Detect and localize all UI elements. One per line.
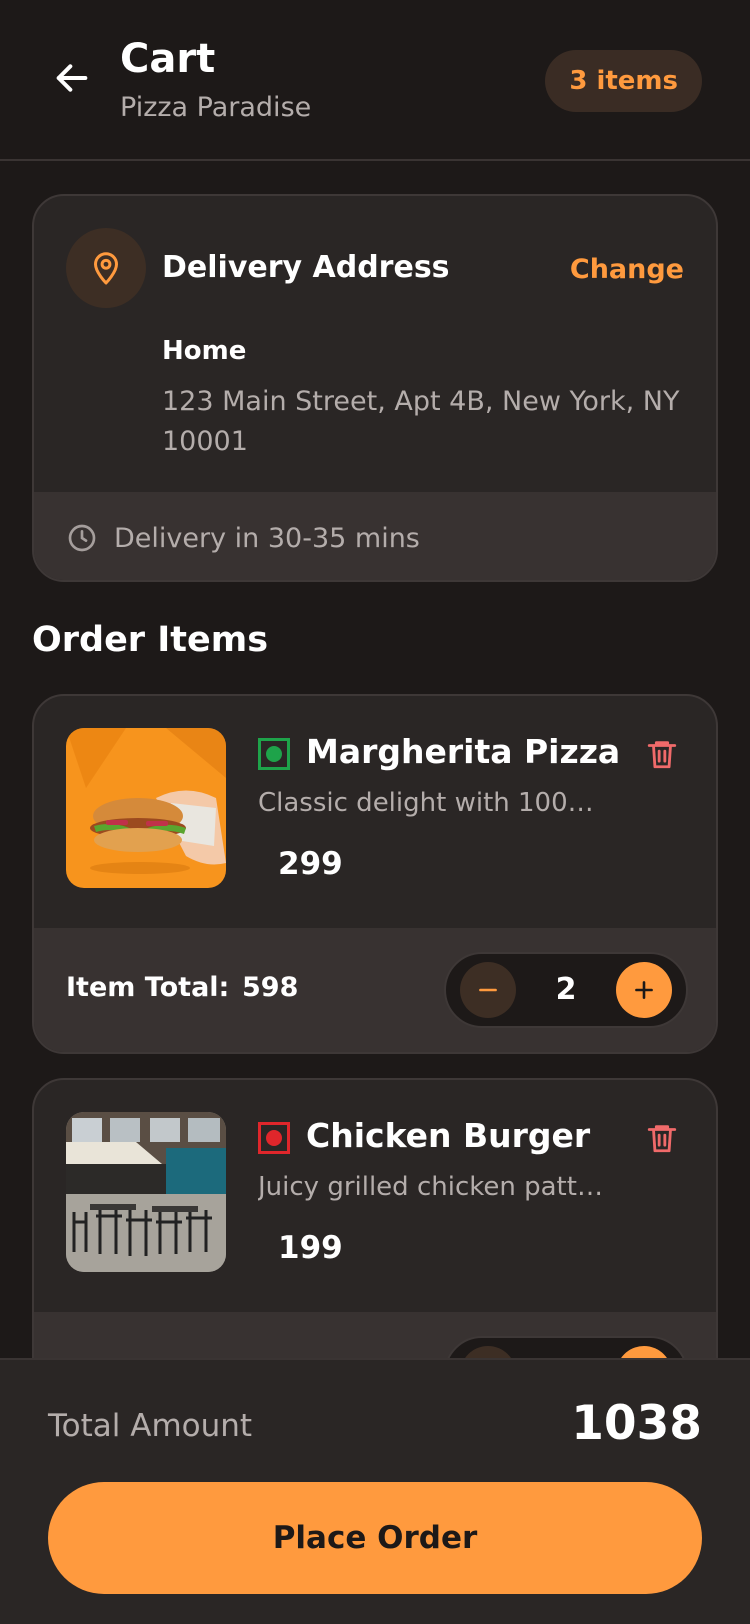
delete-item-button[interactable] bbox=[642, 734, 682, 774]
back-button[interactable] bbox=[48, 54, 96, 102]
item-description: Classic delight with 100% real mozzarell… bbox=[258, 788, 618, 818]
non-veg-indicator-icon bbox=[258, 1122, 290, 1154]
quantity-stepper: 2 bbox=[444, 952, 688, 1028]
restaurant-name: Pizza Paradise bbox=[120, 92, 312, 123]
header: Cart Pizza Paradise 3 items bbox=[0, 0, 750, 161]
change-address-button[interactable]: Change bbox=[570, 254, 684, 285]
delivery-address-card: Delivery Address Change Home 123 Main St… bbox=[32, 194, 718, 582]
item-name: Margherita Pizza bbox=[306, 732, 621, 771]
delivery-time-text: Delivery in 30-35 mins bbox=[114, 522, 420, 554]
item-description: Juicy grilled chicken patty with fresh l… bbox=[258, 1172, 618, 1202]
total-amount-label: Total Amount bbox=[48, 1408, 253, 1444]
increase-quantity-button[interactable] bbox=[616, 962, 672, 1018]
cart-screen: Cart Pizza Paradise 3 items Delivery Add… bbox=[0, 0, 750, 1624]
item-price: 299 bbox=[278, 846, 343, 882]
item-name: Chicken Burger bbox=[306, 1116, 591, 1155]
item-total-value: 598 bbox=[242, 972, 299, 1003]
cart-item: Margherita Pizza Classic delight with 10… bbox=[32, 694, 718, 1054]
clock-icon bbox=[68, 524, 96, 552]
burger-in-hand-photo bbox=[66, 728, 226, 888]
item-total-label: Item Total: bbox=[66, 972, 230, 1003]
delete-item-button[interactable] bbox=[642, 1118, 682, 1158]
trash-icon bbox=[647, 1125, 677, 1153]
items-count-badge: 3 items bbox=[545, 50, 702, 112]
trash-icon bbox=[647, 741, 677, 769]
place-order-button[interactable]: Place Order bbox=[48, 1482, 702, 1594]
address-pin-badge bbox=[66, 228, 146, 308]
item-total-row: Item Total: 598 2 bbox=[34, 928, 716, 1052]
item-image bbox=[66, 1112, 226, 1272]
item-image bbox=[66, 728, 226, 888]
delivery-time-row: Delivery in 30-35 mins bbox=[34, 492, 716, 580]
veg-indicator-icon bbox=[258, 738, 290, 770]
checkout-bar: Total Amount 1038 Place Order bbox=[0, 1358, 750, 1624]
total-amount-value: 1038 bbox=[571, 1396, 702, 1451]
restaurant-patio-photo bbox=[66, 1112, 226, 1272]
delivery-address-heading: Delivery Address bbox=[162, 250, 450, 285]
order-items-heading: Order Items bbox=[32, 620, 269, 660]
map-pin-icon bbox=[94, 252, 118, 285]
page-title: Cart bbox=[120, 36, 216, 82]
address-text: 123 Main Street, Apt 4B, New York, NY 10… bbox=[162, 386, 680, 457]
address-label: Home bbox=[162, 336, 247, 366]
plus-icon bbox=[635, 981, 653, 999]
item-price: 199 bbox=[278, 1230, 343, 1266]
arrow-left-icon bbox=[56, 64, 88, 92]
